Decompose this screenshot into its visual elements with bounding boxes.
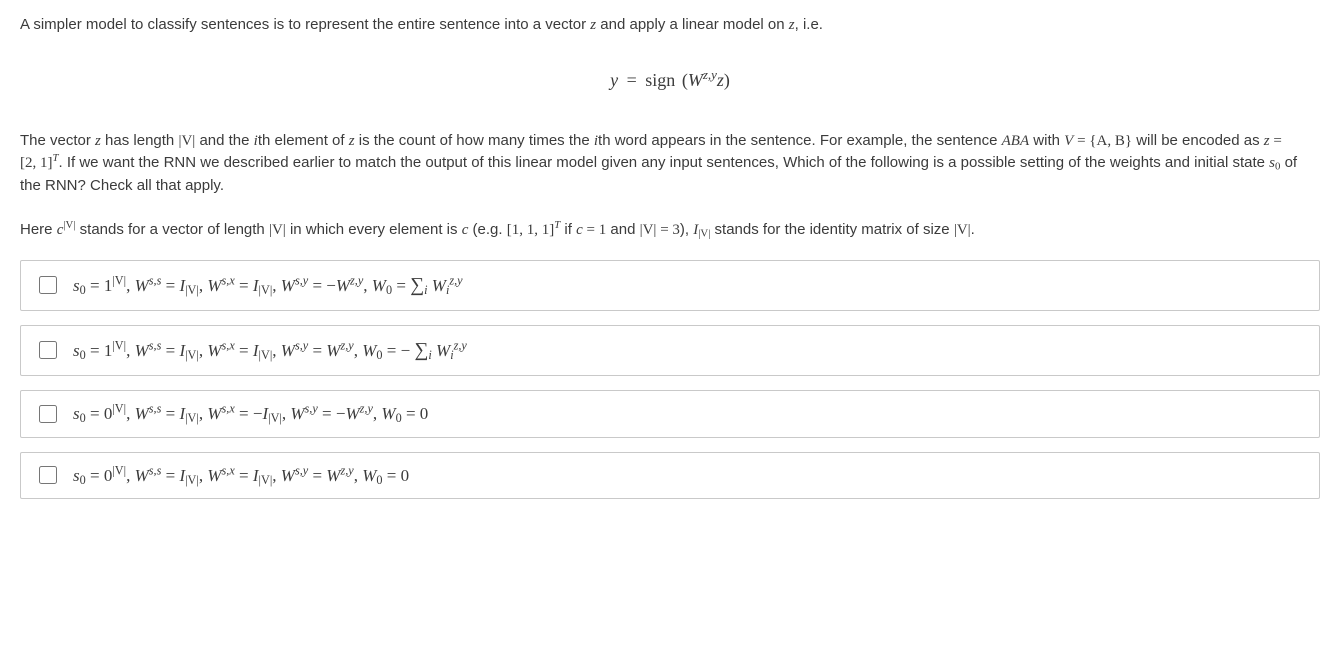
var-ABA: ABA <box>1002 133 1030 149</box>
option-2-label: s0 = 1|V|, Ws,s = I|V|, Ws,x = I|V|, Ws,… <box>73 336 467 365</box>
option-3-checkbox[interactable] <box>39 405 57 423</box>
sub-absV: |V| <box>698 228 710 240</box>
display-equation: y = sign (Wz,yz) <box>20 67 1320 94</box>
text: , i.e. <box>795 16 823 33</box>
text: th word appears in the sentence. For exa… <box>598 132 1002 149</box>
text: will be encoded as <box>1132 132 1264 149</box>
text: stands for a vector of length <box>75 221 268 238</box>
eq: = <box>583 222 599 238</box>
option-2-checkbox[interactable] <box>39 341 57 359</box>
abs-V: |V| <box>178 133 195 149</box>
text: if <box>560 221 576 238</box>
text: . If we want the RNN we described earlie… <box>59 154 1270 171</box>
set-AB: {A, B} <box>1089 133 1132 149</box>
text: Here <box>20 221 57 238</box>
text: ), <box>680 221 693 238</box>
text: th element of <box>258 132 349 149</box>
option-4-checkbox[interactable] <box>39 466 57 484</box>
option-2[interactable]: s0 = 1|V|, Ws,s = I|V|, Ws,x = I|V|, Ws,… <box>20 325 1320 376</box>
eq-z: z <box>717 70 724 90</box>
eq-lparen: ( <box>680 70 688 90</box>
vec-111: [1, 1, 1] <box>507 222 555 238</box>
intro-paragraph-1: A simpler model to classify sentences is… <box>20 14 1320 37</box>
eq-rparen: ) <box>724 70 730 90</box>
text: stands for the identity matrix of size <box>710 221 953 238</box>
text: A simpler model to classify sentences is… <box>20 16 590 33</box>
eq-sup-zy: z,y <box>703 66 717 81</box>
text: is the count of how many times the <box>355 132 594 149</box>
option-4[interactable]: s0 = 0|V|, Ws,s = I|V|, Ws,x = I|V|, Ws,… <box>20 452 1320 500</box>
eq-y: y <box>610 70 618 90</box>
text: has length <box>101 132 179 149</box>
text: The vector <box>20 132 95 149</box>
text: and <box>606 221 639 238</box>
eq-W: W <box>688 70 703 90</box>
paragraph-3: Here c|V| stands for a vector of length … <box>20 219 1320 242</box>
three: 3 <box>672 222 680 238</box>
eq-sign: sign <box>645 70 675 90</box>
abs-V: |V| <box>640 222 657 238</box>
text: and apply a linear model on <box>596 16 789 33</box>
option-4-label: s0 = 0|V|, Ws,s = I|V|, Ws,x = I|V|, Ws,… <box>73 463 409 489</box>
sup-absV: |V| <box>63 219 75 231</box>
option-3[interactable]: s0 = 0|V|, Ws,s = I|V|, Ws,x = −I|V|, Ws… <box>20 390 1320 438</box>
abs-V: |V| <box>954 222 971 238</box>
eq: = <box>1270 133 1282 149</box>
text: . <box>971 221 975 238</box>
eq: = <box>1073 133 1089 149</box>
eq-equals: = <box>623 70 641 90</box>
paragraph-2: The vector z has length |V| and the ith … <box>20 130 1320 198</box>
text: with <box>1029 132 1064 149</box>
text: and the <box>195 132 253 149</box>
text: (e.g. <box>468 221 506 238</box>
var-V: V <box>1064 133 1073 149</box>
var-c: c <box>576 222 583 238</box>
option-1-checkbox[interactable] <box>39 276 57 294</box>
option-1[interactable]: s0 = 1|V|, Ws,s = I|V|, Ws,x = I|V|, Ws,… <box>20 260 1320 311</box>
options-container: s0 = 1|V|, Ws,s = I|V|, Ws,x = I|V|, Ws,… <box>20 260 1320 500</box>
abs-V: |V| <box>269 222 286 238</box>
eq: = <box>656 222 672 238</box>
option-1-label: s0 = 1|V|, Ws,s = I|V|, Ws,x = I|V|, Ws,… <box>73 271 463 300</box>
text: in which every element is <box>286 221 462 238</box>
vec-21: [2, 1] <box>20 155 53 171</box>
option-3-label: s0 = 0|V|, Ws,s = I|V|, Ws,x = −I|V|, Ws… <box>73 401 428 427</box>
